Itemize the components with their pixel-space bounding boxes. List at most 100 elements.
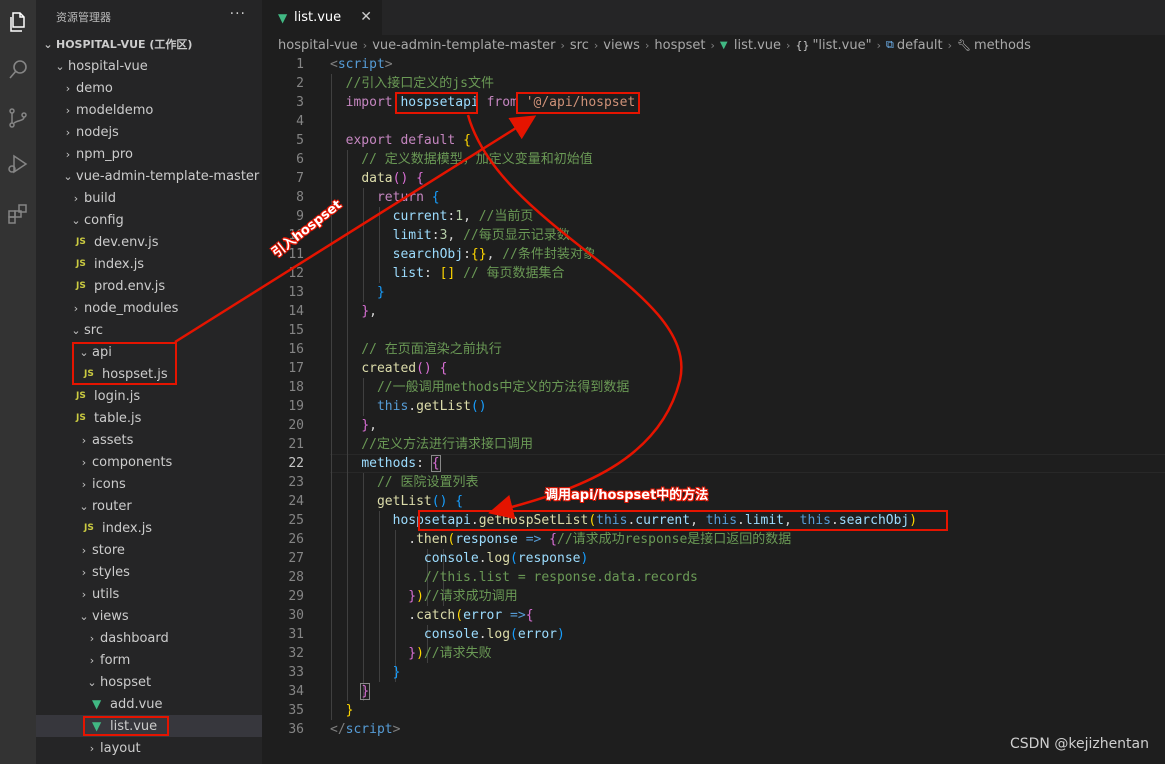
tree-item-label: hospital-vue (68, 58, 148, 74)
tree-item[interactable]: › assets (36, 429, 262, 451)
tree-item-label: assets (92, 432, 134, 448)
chevron-right-icon: › (81, 565, 87, 579)
tree-item[interactable]: › nodejs (36, 121, 262, 143)
tree-item[interactable]: › store (36, 539, 262, 561)
tree-item[interactable]: › dashboard (36, 627, 262, 649)
line-number: 18 (288, 380, 304, 395)
breadcrumb-item[interactable]: src (570, 38, 589, 53)
highlight-box-list-vue (83, 716, 169, 736)
breadcrumb-default[interactable]: default (897, 38, 943, 53)
line-number: 5 (296, 133, 304, 148)
highlight-box-import-path (516, 92, 640, 114)
chevron-right-icon: › (73, 301, 79, 315)
line-number: 19 (288, 399, 304, 414)
tree-item[interactable]: ▼ add.vue (36, 693, 262, 715)
code-editor[interactable]: 1 2 3 4 5 6 7 8 9 10 11 12 13 14 15 16 17 18 19 20 21 22 23 24 2… (262, 55, 1165, 764)
symbol-field-icon: ⧉ (885, 38, 894, 51)
tree-item[interactable]: ⌄ router (36, 495, 262, 517)
js-file-icon: JS (76, 259, 86, 269)
chevron-right-icon: › (65, 147, 71, 161)
chevron-right-icon: › (81, 543, 87, 557)
line-number: 6 (296, 152, 304, 167)
tree-item[interactable]: ⌄ config (36, 209, 262, 231)
files-icon[interactable] (0, 4, 36, 40)
tree-item[interactable]: › node_modules (36, 297, 262, 319)
tree-item[interactable]: ⌄ views (36, 605, 262, 627)
tree-item[interactable]: › npm_pro (36, 143, 262, 165)
tree-item[interactable]: JS prod.env.js (36, 275, 262, 297)
tree-item-label: router (92, 498, 132, 514)
tree-item[interactable]: ⌄ vue-admin-template-master (36, 165, 262, 187)
workspace-title: HOSPITAL-VUE (工作区) (56, 38, 193, 51)
tree-item[interactable]: ⌄ hospital-vue (36, 55, 262, 77)
close-icon[interactable]: ✕ (360, 9, 372, 25)
source-control-icon[interactable] (0, 100, 36, 136)
tree-item[interactable]: ⌄ hospset (36, 671, 262, 693)
tree-item[interactable]: JS table.js (36, 407, 262, 429)
code-line: export default { (345, 133, 471, 148)
tree-item-label: store (92, 542, 125, 558)
more-actions-icon[interactable]: ··· (230, 6, 246, 22)
chevron-right-icon: › (593, 38, 599, 52)
tree-item-label: src (84, 322, 103, 338)
tree-item-label: node_modules (84, 300, 179, 316)
tree-item[interactable]: › layout (36, 737, 262, 759)
tree-item[interactable]: JS index.js (36, 253, 262, 275)
code-line: } (345, 703, 354, 718)
breadcrumb-item[interactable]: views (603, 38, 640, 53)
tab-list-vue[interactable]: ▼ list.vue ✕ (262, 0, 382, 35)
code-line: } (360, 683, 371, 700)
code-line: }, (361, 418, 377, 433)
tree-item[interactable]: › components (36, 451, 262, 473)
tree-item-label: hospset (100, 674, 152, 690)
breadcrumb-file[interactable]: list.vue (734, 38, 781, 53)
code-line: current:1, //当前页 (392, 209, 534, 224)
tree-item[interactable]: › utils (36, 583, 262, 605)
tree-item[interactable]: › styles (36, 561, 262, 583)
tree-item[interactable]: JS index.js (36, 517, 262, 539)
chevron-right-icon: › (560, 38, 565, 52)
tree-item[interactable]: JS dev.env.js (36, 231, 262, 253)
chevron-right-icon: › (89, 631, 95, 645)
tree-item-label: dashboard (100, 630, 169, 646)
code-line: } (392, 665, 401, 680)
search-icon[interactable] (0, 52, 36, 88)
tree-item-label: build (84, 190, 116, 206)
line-number: 25 (288, 513, 304, 528)
run-debug-icon[interactable] (0, 146, 36, 182)
tree-item[interactable]: ⌄ src (36, 319, 262, 341)
line-number: 35 (288, 703, 304, 718)
code-line: console.log(error) (423, 627, 565, 642)
code-line: //引入接口定义的js文件 (330, 76, 494, 91)
tree-item[interactable]: › modeldemo (36, 99, 262, 121)
chevron-right-icon: › (89, 653, 95, 667)
tree-item[interactable]: › icons (36, 473, 262, 495)
code-line: })//请求成功调用 (408, 589, 518, 604)
line-number: 22 (288, 456, 304, 471)
line-number: 23 (288, 475, 304, 490)
current-line-highlight (330, 454, 1165, 473)
tree-item-label: styles (92, 564, 130, 580)
breadcrumb-item[interactable]: hospital-vue (278, 38, 358, 53)
workspace-header[interactable]: ⌄ HOSPITAL-VUE (工作区) (36, 33, 262, 55)
tree-item[interactable]: JS login.js (36, 385, 262, 407)
tree-item[interactable]: › build (36, 187, 262, 209)
breadcrumb-item[interactable]: hospset (654, 38, 705, 53)
line-number: 14 (288, 304, 304, 319)
extensions-icon[interactable] (0, 196, 36, 232)
breadcrumb-object[interactable]: "list.vue" (812, 38, 871, 53)
line-number: 24 (288, 494, 304, 509)
tree-item-label: nodejs (76, 124, 119, 140)
code-line: created() { (361, 361, 448, 376)
chevron-right-icon: › (65, 125, 71, 139)
breadcrumb-methods[interactable]: methods (974, 38, 1031, 53)
line-number: 27 (288, 551, 304, 566)
line-number: 13 (288, 285, 304, 300)
breadcrumb-item[interactable]: vue-admin-template-master (372, 38, 555, 53)
tree-item[interactable]: › form (36, 649, 262, 671)
line-number: 8 (296, 190, 304, 205)
line-number: 32 (288, 646, 304, 661)
line-number: 33 (288, 665, 304, 680)
tree-item[interactable]: › demo (36, 77, 262, 99)
js-file-icon: JS (76, 281, 86, 291)
